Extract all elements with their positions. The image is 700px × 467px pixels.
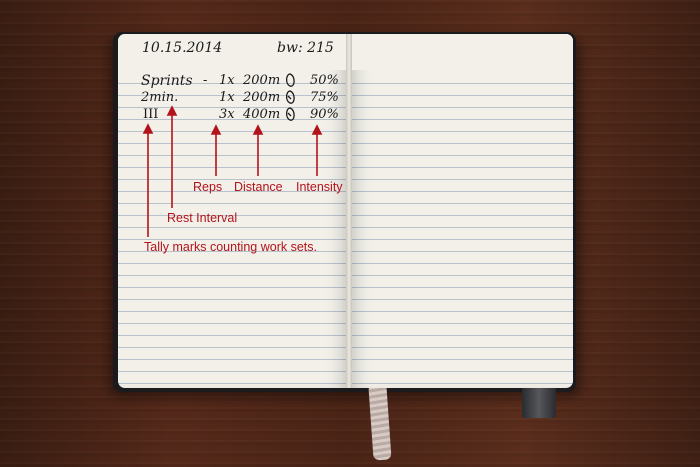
- check-mark-2: [285, 90, 295, 104]
- arrow-reps: [210, 124, 222, 176]
- arrow-intensity: [311, 124, 323, 176]
- arrow-distance: [252, 124, 264, 176]
- annotation-arrows: [142, 73, 323, 237]
- annotation-reps: Reps: [193, 180, 223, 194]
- arrow-tally-marks: [142, 123, 154, 237]
- completion-checks: [285, 73, 295, 121]
- annotation-intensity: Intensity: [296, 180, 343, 194]
- check-mark-1: [285, 73, 295, 87]
- annotation-tally-marks: Tally marks counting work sets.: [144, 240, 317, 254]
- annotation-distance: Distance: [234, 180, 283, 194]
- annotation-rest-interval: Rest Interval: [167, 211, 238, 225]
- photo-scene: 10.15.2014 bw: 215 Sprints - 1x 200m 50%…: [0, 0, 700, 467]
- arrow-rest-interval: [166, 105, 178, 208]
- check-mark-3: [285, 107, 295, 121]
